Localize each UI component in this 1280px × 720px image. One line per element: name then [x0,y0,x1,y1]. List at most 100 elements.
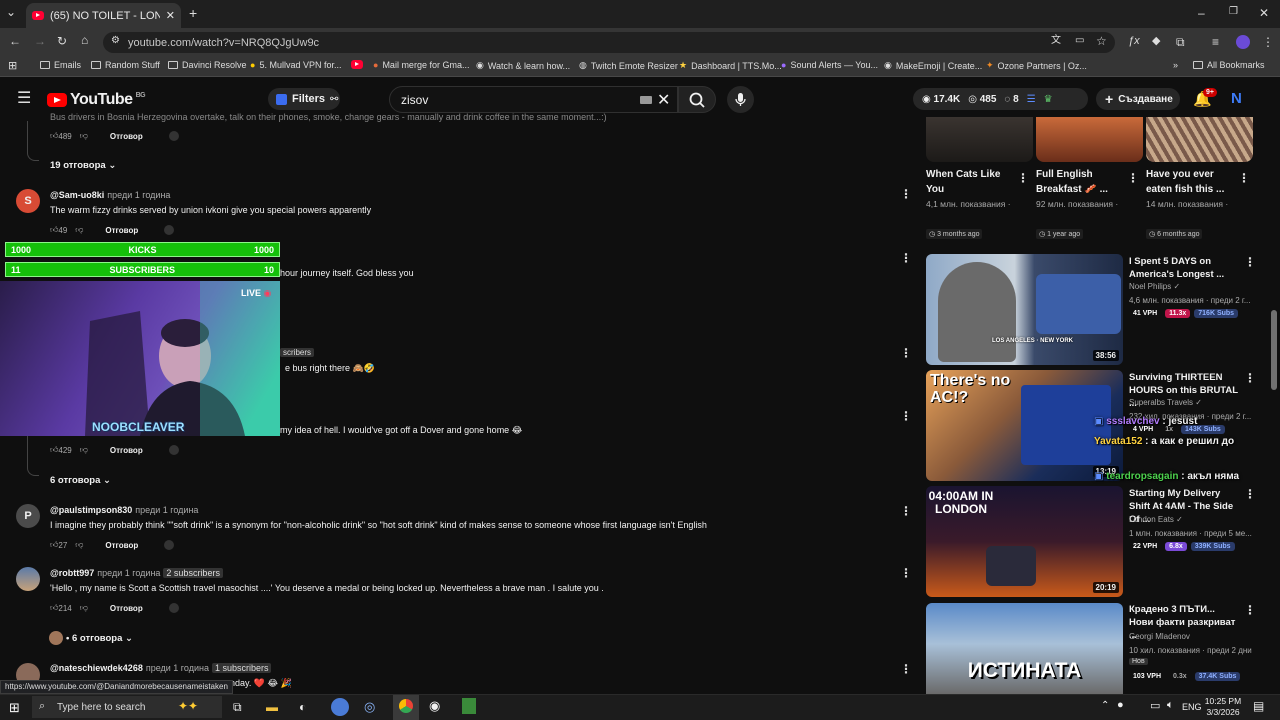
replies-toggle[interactable]: • 6 отговора ⌄ [66,633,133,644]
short-thumbnail[interactable] [1146,117,1253,162]
calculator-icon[interactable] [462,698,476,714]
taskbar-search-box[interactable]: ⌕ Type here to search ✦✦ [32,696,222,718]
video-menu-icon[interactable]: ⋮ [1244,371,1256,385]
reply-button[interactable]: Отговор [105,226,138,235]
bookmark-makeemoji[interactable]: ◉ MakeEmoji | Create... [884,60,982,71]
obs-icon[interactable]: ◉ [429,698,440,714]
video-title[interactable]: I Spent 5 DAYS on America's Longest ... [1129,255,1241,281]
search-input[interactable]: zisov ✕ [389,86,678,113]
minimize-icon[interactable]: – [1198,7,1205,19]
bookmark-star-icon[interactable]: ☆ [1096,35,1107,47]
menu-icon[interactable]: ⋮ [1262,36,1274,48]
reply-button[interactable]: Отговор [110,604,143,613]
notification-center-icon[interactable]: ▤ [1253,699,1264,713]
tab-search-icon[interactable]: ⌄ [6,6,16,18]
short-title[interactable]: Have you ever eaten fish this ... [1146,167,1236,197]
like-icon[interactable]: 👍︎ [50,445,58,455]
microphone-tray-icon[interactable]: ● [1117,699,1124,711]
bookmark-davinci[interactable]: Davinci Resolve [168,60,247,70]
comment-author[interactable]: @Sam-uo8ki преди 1 година [50,190,170,200]
reload-icon[interactable]: ↻ [57,35,67,47]
comment-menu-icon[interactable]: ⋮ [900,662,912,676]
url-bar[interactable]: ⚙ youtube.com/watch?v=NRQ8QJgUw9c 文 ▭ ☆ [103,32,1115,53]
bookmark-emails[interactable]: Emails [40,60,81,70]
like-icon[interactable]: 👍︎ [50,540,58,550]
list-icon[interactable]: ☰ [1027,94,1036,105]
video-channel[interactable]: Superalbs Travels ✓ [1129,398,1257,407]
back-icon[interactable]: ← [9,35,21,47]
steam-icon[interactable]: ◎ [364,699,375,715]
video-thumbnail[interactable]: ИСТИНАТА [926,603,1123,694]
bookmark-emote-resizer[interactable]: ◍ Twitch Emote Resizer [579,60,678,71]
bookmark-random-stuff[interactable]: Random Stuff [91,60,160,70]
apps-icon[interactable]: ⊞ [8,59,17,72]
cast-icon[interactable]: ▭ [1075,36,1084,46]
reply-button[interactable]: Отговор [110,446,143,455]
home-icon[interactable]: ⌂ [81,34,88,46]
comment-author[interactable]: @nateschiewdek4268 преди 1 година 1 subscr… [50,663,272,673]
comment-author[interactable]: @paulstimpson830 преди 1 година [50,505,198,515]
dislike-icon[interactable]: 👎︎ [75,225,83,235]
like-icon[interactable]: 👍︎ [50,603,58,613]
reply-button[interactable]: Отговор [110,132,143,141]
avatar[interactable] [16,567,40,591]
browser-tab-active[interactable]: (65) NO TOILET - LONGEST coa ✕ [26,3,181,28]
media-icon[interactable]: ≡ [1212,36,1219,48]
new-tab-icon[interactable]: + [189,6,197,20]
video-channel[interactable]: Noel Philips ✓ [1129,282,1257,291]
replies-toggle[interactable]: 6 отговора ⌄ [50,475,111,486]
task-view-icon[interactable]: ⧉ [233,700,242,715]
voice-search-button[interactable] [727,86,754,113]
clock[interactable]: 10:25 PM 3/3/2026 [1200,696,1246,718]
bookmark-mullvad[interactable]: ● 5. Mullvad VPN for... [250,60,341,70]
comment-menu-icon[interactable]: ⋮ [900,251,912,265]
windows-start-icon[interactable]: ⊞ [9,700,20,716]
dislike-icon[interactable]: 👎︎ [75,540,83,550]
video-channel[interactable]: London Eats ✓ [1129,515,1257,524]
app-icon[interactable]: ◐ [299,700,306,714]
short-menu-icon[interactable]: ⋮ [1238,171,1250,185]
video-channel[interactable]: Georgi Mladenov [1129,632,1257,641]
site-info-icon[interactable]: ⚙ [111,36,120,46]
like-icon[interactable]: 👍︎ [50,225,58,235]
dislike-icon[interactable]: 👎︎ [80,603,88,613]
short-title[interactable]: When Cats Like You [926,167,1016,197]
avatar[interactable]: S [16,189,40,213]
avatar[interactable]: P [16,504,40,528]
short-menu-icon[interactable]: ⋮ [1017,171,1029,185]
bookmark-watch-learn[interactable]: ◉ Watch & learn how... [476,60,570,71]
comment-menu-icon[interactable]: ⋮ [900,566,912,580]
keyboard-icon[interactable] [640,96,652,104]
short-thumbnail[interactable] [926,117,1033,162]
bookmark-sound-alerts[interactable]: ● Sound Alerts — You... [781,60,878,70]
scrollbar-thumb[interactable] [1271,310,1277,390]
restore-icon[interactable]: ❐ [1229,7,1238,17]
language-indicator[interactable]: ENG [1182,702,1202,712]
create-button[interactable]: + Създаване [1096,88,1180,110]
translate-icon[interactable]: 文 [1051,36,1061,46]
youtube-logo[interactable]: YouTube BG [47,91,146,109]
comment-menu-icon[interactable]: ⋮ [900,187,912,201]
account-avatar[interactable]: N [1231,90,1248,108]
chrome-taskbar-button[interactable] [393,695,419,720]
video-menu-icon[interactable]: ⋮ [1244,603,1256,617]
bookmarks-overflow-icon[interactable]: » [1173,60,1178,70]
bookmark-ozone[interactable]: ✦ Ozone Partners | Oz... [986,60,1087,71]
tab-close-icon[interactable]: ✕ [166,9,175,22]
comment-menu-icon[interactable]: ⋮ [900,504,912,518]
window-close-icon[interactable]: ✕ [1259,7,1269,19]
network-icon[interactable]: ▭ [1150,699,1160,712]
trophy-icon[interactable]: ♛ [1044,94,1053,105]
app-icon-2[interactable] [331,698,349,716]
file-explorer-icon[interactable]: ▬ [266,700,278,714]
short-menu-icon[interactable]: ⋮ [1127,171,1139,185]
bookmark-tts[interactable]: ★ Dashboard | TTS.Mo... [679,60,782,71]
short-title[interactable]: Full English Breakfast 🥓 ... [1036,167,1126,197]
comment-menu-icon[interactable]: ⋮ [900,409,912,423]
search-button[interactable] [678,86,716,113]
comment-menu-icon[interactable]: ⋮ [900,346,912,360]
all-bookmarks[interactable]: All Bookmarks [1193,60,1265,70]
bookmark-mail-merge[interactable]: ● Mail merge for Gma... [373,60,469,70]
extensions-puzzle-icon[interactable]: ⧉ [1176,36,1185,48]
video-menu-icon[interactable]: ⋮ [1244,255,1256,269]
